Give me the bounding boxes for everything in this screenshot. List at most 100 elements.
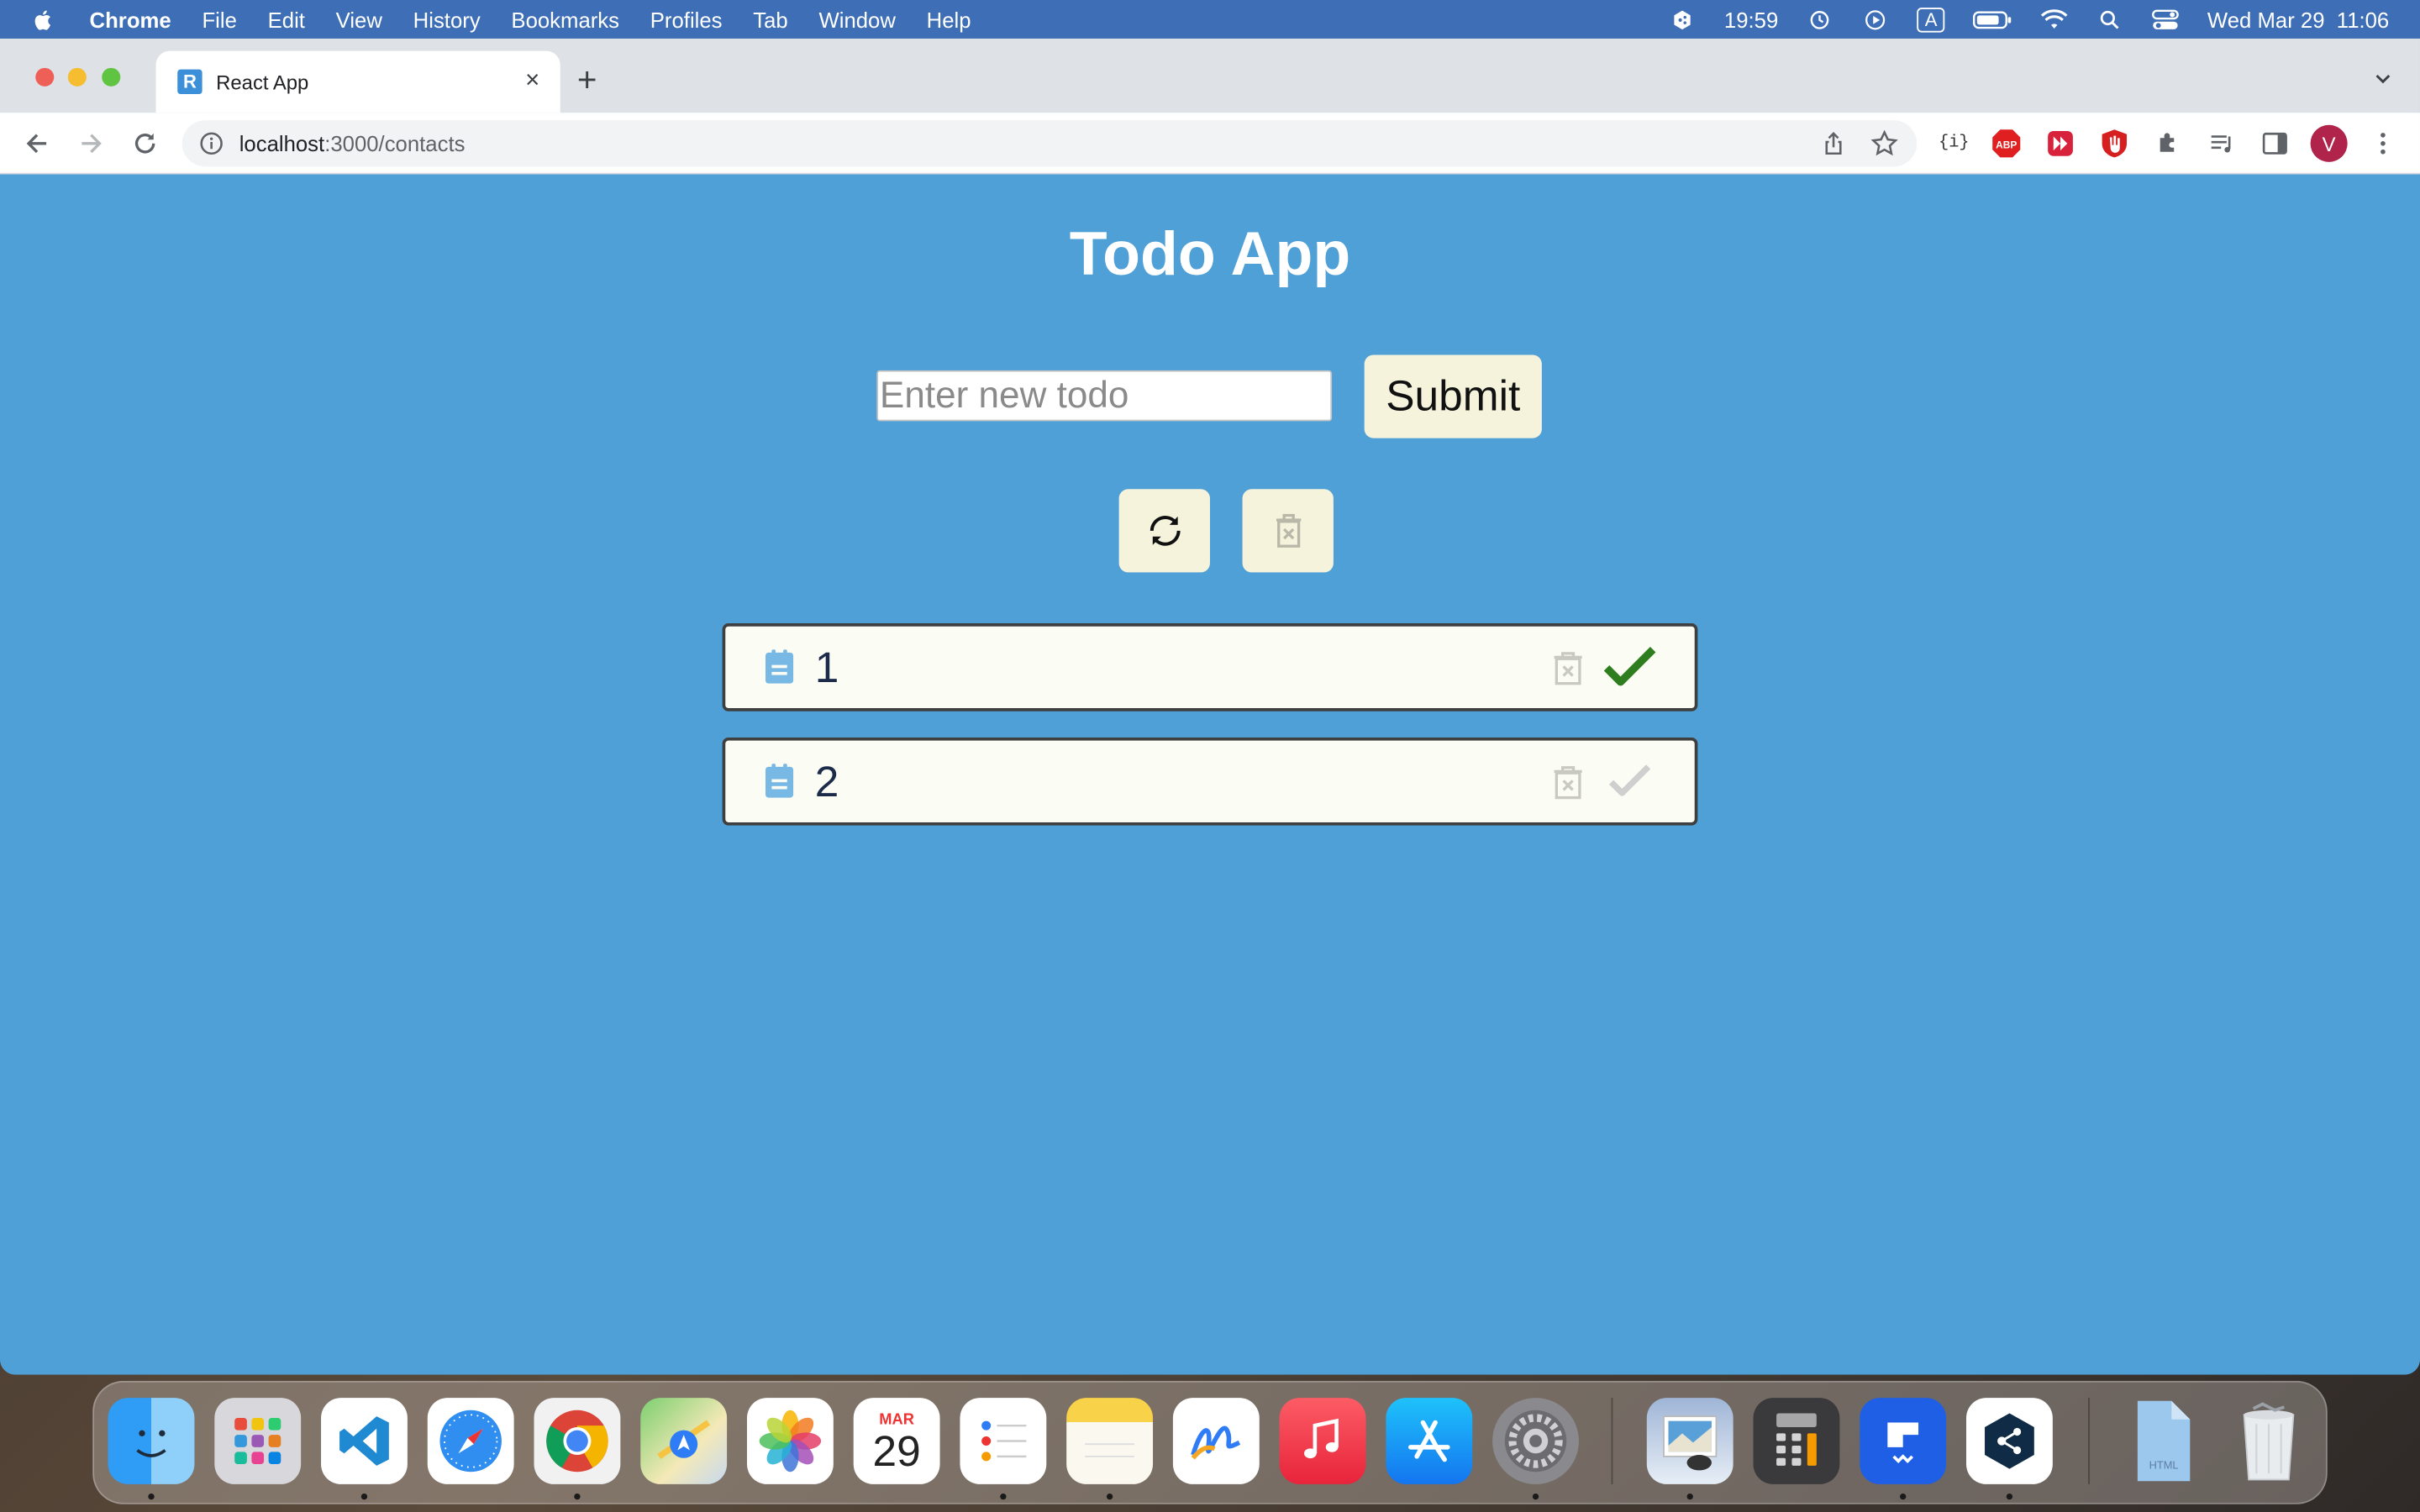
close-window-button[interactable] (35, 67, 55, 87)
music-icon[interactable] (1279, 1398, 1366, 1484)
menu-bookmarks[interactable]: Bookmarks (511, 7, 619, 31)
running-indicator (148, 1493, 155, 1500)
site-info-icon[interactable] (199, 131, 224, 155)
url-text[interactable]: localhost:3000/contacts (239, 131, 466, 155)
screen: Chrome File Edit View History Bookmarks … (0, 0, 2420, 1512)
running-indicator (1686, 1493, 1693, 1500)
video-speed-extension-icon[interactable] (2045, 128, 2076, 159)
clipboard-icon (765, 649, 794, 684)
svg-text:ABP: ABP (1996, 139, 2017, 150)
trash-icon[interactable] (2226, 1398, 2312, 1484)
menu-edit[interactable]: Edit (268, 7, 305, 31)
running-indicator (1900, 1493, 1907, 1500)
back-arrow-icon[interactable] (22, 128, 53, 159)
launchpad-icon[interactable] (214, 1398, 302, 1484)
calendar-month: MAR (879, 1410, 915, 1428)
browser-window: R React App × + localhost:3000/contacts … (0, 38, 2420, 1375)
running-indicator (1000, 1493, 1007, 1500)
deepl-status-icon[interactable] (1669, 8, 1697, 30)
reminders-icon[interactable] (960, 1398, 1047, 1484)
photos-icon[interactable] (746, 1398, 834, 1484)
react-favicon-icon: R (177, 69, 203, 95)
clear-all-button[interactable] (1242, 489, 1334, 573)
forward-arrow-icon[interactable] (76, 128, 107, 159)
battery-icon[interactable] (1973, 8, 2013, 30)
url-path: :3000/contacts (324, 131, 466, 156)
minimize-window-button[interactable] (67, 67, 87, 87)
calculator-icon[interactable] (1753, 1398, 1840, 1484)
share-icon[interactable] (1821, 131, 1845, 155)
html-file-icon[interactable]: HTML (2119, 1398, 2206, 1484)
menu-bar: Chrome File Edit View History Bookmarks … (0, 0, 2420, 39)
url-host: localhost (239, 131, 325, 156)
refresh-button[interactable] (1118, 489, 1210, 573)
menu-app-name[interactable]: Chrome (90, 7, 171, 31)
new-todo-input[interactable] (876, 370, 1333, 422)
media-controls-icon[interactable] (2207, 128, 2238, 159)
menu-help[interactable]: Help (927, 7, 971, 31)
vscode-icon[interactable] (321, 1398, 408, 1484)
dock-separator (1611, 1398, 1613, 1484)
input-source-icon[interactable]: A (1917, 7, 1945, 32)
chrome-icon[interactable] (534, 1398, 621, 1484)
delete-todo-icon[interactable] (1551, 764, 1585, 801)
calendar-icon[interactable]: MAR 29 (853, 1398, 940, 1484)
control-center-icon[interactable] (2152, 8, 2180, 30)
deepl-icon[interactable] (1965, 1398, 2053, 1484)
reload-icon[interactable] (129, 128, 160, 159)
maps-icon[interactable] (640, 1398, 728, 1484)
play-icon[interactable] (1861, 8, 1889, 30)
trash-x-icon (1276, 513, 1301, 548)
more-menu-icon[interactable] (2368, 128, 2399, 159)
time-machine-icon[interactable] (1806, 8, 1833, 30)
app-store-icon[interactable] (1386, 1398, 1473, 1484)
tab-react-app[interactable]: R React App × (155, 50, 560, 113)
menu-window[interactable]: Window (818, 7, 895, 31)
bookmark-star-icon[interactable] (1870, 129, 1898, 157)
json-formatter-extension-icon[interactable]: {i} (1939, 128, 1970, 159)
finder-icon[interactable] (108, 1398, 195, 1484)
browser-toolbar: localhost:3000/contacts {i} ABP V (0, 113, 2420, 175)
side-panel-icon[interactable] (2260, 128, 2291, 159)
system-settings-icon[interactable] (1492, 1398, 1579, 1484)
todo-text: 2 (814, 757, 839, 806)
frame-app-icon[interactable] (1860, 1398, 1947, 1484)
menu-history[interactable]: History (413, 7, 481, 31)
submit-button[interactable]: Submit (1364, 354, 1542, 438)
fullscreen-window-button[interactable] (102, 67, 121, 87)
profile-avatar[interactable]: V (2310, 124, 2348, 162)
freeform-icon[interactable] (1172, 1398, 1260, 1484)
spotlight-search-icon[interactable] (2096, 8, 2124, 30)
refresh-icon (1149, 516, 1180, 546)
menu-profiles[interactable]: Profiles (650, 7, 723, 31)
tab-title: React App (216, 70, 309, 94)
timer-text[interactable]: 19:59 (1724, 7, 1778, 31)
close-tab-icon[interactable]: × (517, 68, 548, 96)
chevron-down-icon[interactable] (2374, 70, 2392, 88)
menu-file[interactable]: File (202, 7, 236, 31)
menu-view[interactable]: View (336, 7, 382, 31)
running-indicator (360, 1493, 368, 1500)
page-title: Todo App (1069, 220, 1351, 289)
todo-text: 1 (814, 643, 839, 691)
extensions-puzzle-icon[interactable] (2153, 128, 2184, 159)
running-indicator (2006, 1493, 2013, 1500)
wifi-icon[interactable] (2041, 8, 2069, 30)
todo-item: 1 (722, 623, 1698, 711)
notes-icon[interactable] (1066, 1398, 1154, 1484)
complete-check-icon[interactable] (1603, 759, 1655, 802)
tab-strip: R React App × + (0, 38, 2420, 113)
running-indicator (574, 1493, 581, 1500)
address-bar[interactable]: localhost:3000/contacts (182, 120, 1918, 167)
clock-text[interactable]: Wed Mar 29 11:06 (2207, 7, 2389, 31)
menu-tab[interactable]: Tab (753, 7, 787, 31)
running-indicator (1106, 1493, 1113, 1500)
ublock-extension-icon[interactable] (2099, 128, 2130, 159)
new-tab-button[interactable]: + (577, 62, 597, 96)
preview-icon[interactable] (1646, 1398, 1733, 1484)
safari-icon[interactable] (427, 1398, 514, 1484)
adblock-extension-icon[interactable]: ABP (1991, 128, 2022, 159)
complete-check-icon[interactable] (1603, 645, 1656, 688)
delete-todo-icon[interactable] (1551, 649, 1585, 686)
apple-icon[interactable] (31, 7, 55, 31)
